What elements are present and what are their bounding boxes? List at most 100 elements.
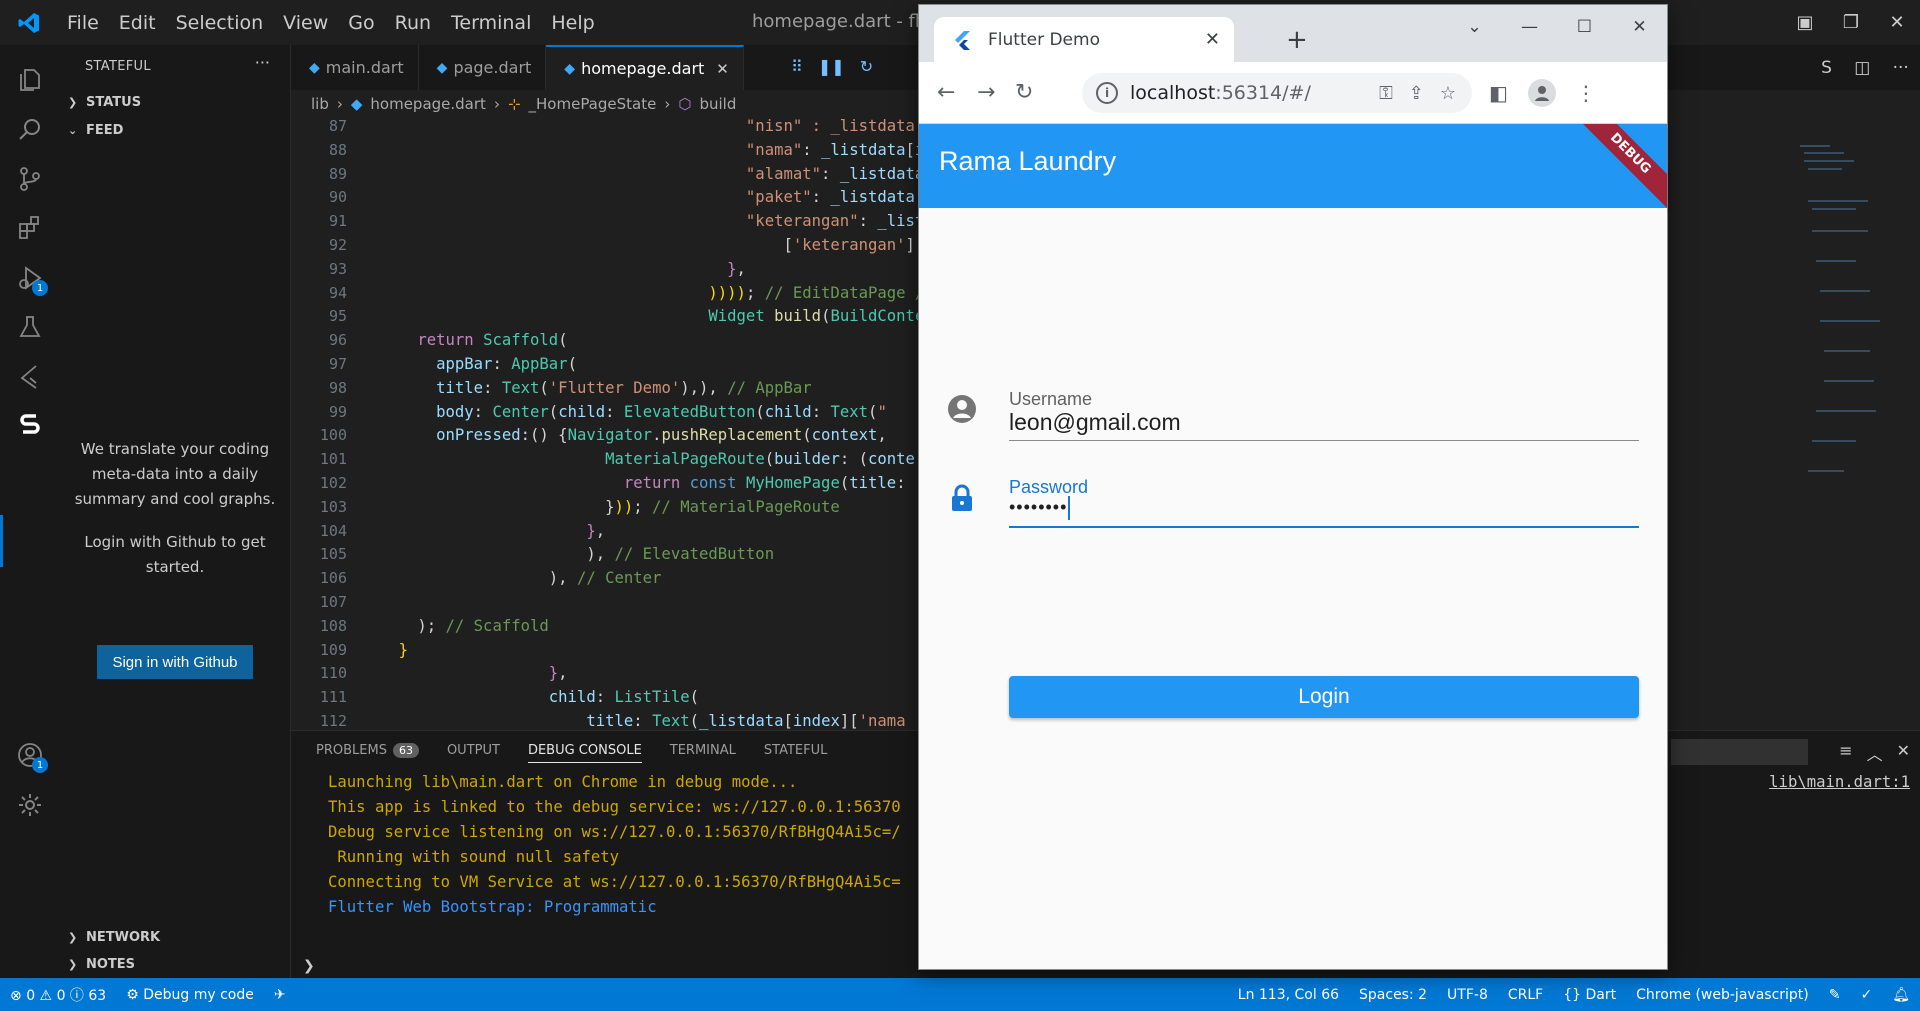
maximize-panel-icon[interactable]: ︿ [1867, 741, 1883, 765]
tab-main-dart[interactable]: ◆ main.dart [291, 45, 419, 90]
problems-status[interactable]: ⊗ 0 ⚠ 0 ⓘ 63 [0, 985, 116, 1005]
tab-homepage-dart[interactable]: ◆ homepage.dart ✕ [546, 45, 744, 90]
minimap[interactable] [1800, 140, 1890, 500]
source-control-icon[interactable] [10, 159, 50, 199]
section-status[interactable]: ❯ STATUS [60, 90, 291, 114]
indentation[interactable]: Spaces: 2 [1349, 987, 1437, 1003]
side-panel-icon[interactable]: ◧ [1489, 81, 1508, 105]
tab-page-dart[interactable]: ◆ page.dart [419, 45, 547, 90]
back-arrow-icon[interactable]: ← [937, 80, 955, 105]
explorer-icon[interactable] [10, 60, 50, 100]
search-icon[interactable] [10, 110, 50, 150]
feedback-icon[interactable]: ✎ [1819, 987, 1851, 1003]
run-debug-icon[interactable]: 1 [10, 258, 50, 298]
minimize-icon[interactable]: — [1502, 5, 1557, 50]
dart-file-icon: ◆ [350, 95, 363, 113]
close-tab-icon[interactable]: ✕ [716, 60, 729, 78]
url-text[interactable]: localhost:56314/#/ [1130, 82, 1379, 104]
maximize-icon[interactable]: ☐ [1557, 5, 1612, 50]
tab-output[interactable]: OUTPUT [447, 743, 500, 763]
cursor-position[interactable]: Ln 113, Col 66 [1228, 987, 1349, 1003]
restore-icon[interactable]: ❐ [1828, 12, 1874, 33]
clear-console-icon[interactable]: ≡ [1839, 741, 1852, 765]
tab-problems-label: PROBLEMS [316, 743, 387, 758]
more-editor-icon[interactable]: ··· [1893, 58, 1909, 78]
breadcrumb-lib[interactable]: lib [311, 95, 329, 113]
rocket-icon[interactable]: ✈ [264, 987, 296, 1003]
login-button[interactable]: Login [1009, 676, 1639, 718]
section-network[interactable]: ❯ NETWORK [60, 925, 291, 949]
menu-selection[interactable]: Selection [166, 12, 274, 34]
extensions-icon[interactable] [10, 208, 50, 248]
tab-problems[interactable]: PROBLEMS 63 [316, 743, 419, 763]
menu-terminal[interactable]: Terminal [441, 12, 541, 34]
menu-help[interactable]: Help [541, 12, 604, 34]
tab-label: main.dart [325, 58, 404, 77]
browser-tab[interactable]: Flutter Demo ✕ [934, 17, 1234, 62]
section-feed-label: FEED [86, 122, 124, 138]
menu-go[interactable]: Go [338, 12, 384, 34]
menu-view[interactable]: View [273, 12, 338, 34]
close-window-icon[interactable]: ✕ [1874, 12, 1920, 33]
password-label: Password [1009, 477, 1089, 497]
more-actions-icon[interactable]: ··· [255, 53, 270, 72]
debug-drag-icon[interactable]: ⠿ [791, 57, 803, 76]
breadcrumb-file[interactable]: homepage.dart [370, 95, 486, 113]
menu-file[interactable]: File [57, 12, 109, 34]
password-value: •••••••• [1009, 496, 1068, 517]
split-editor-icon[interactable]: ◫ [1854, 58, 1870, 78]
notifications-bell-icon[interactable]: 🔔︎ [1882, 987, 1920, 1003]
section-feed[interactable]: ⌄ FEED [60, 118, 291, 142]
username-input[interactable]: leon@gmail.com [1009, 409, 1181, 436]
tab-debug-console[interactable]: DEBUG CONSOLE [527, 743, 642, 763]
close-icon[interactable]: ✕ [1612, 5, 1667, 50]
accounts-icon[interactable]: 1 [10, 735, 50, 775]
menu-run[interactable]: Run [385, 12, 441, 34]
tab-terminal[interactable]: TERMINAL [670, 743, 736, 763]
reload-icon[interactable]: ↻ [1015, 80, 1033, 105]
restart-icon[interactable]: ↻ [860, 57, 873, 76]
sign-in-github-button[interactable]: Sign in with Github [97, 645, 253, 679]
language-mode[interactable]: {} Dart [1553, 987, 1626, 1003]
breadcrumb-class[interactable]: _HomePageState [529, 95, 657, 113]
line-ending[interactable]: CRLF [1498, 987, 1553, 1003]
new-tab-icon[interactable]: + [1286, 25, 1308, 55]
device-selector[interactable]: Chrome (web-javascript) [1626, 987, 1819, 1003]
site-info-icon[interactable]: i [1096, 82, 1118, 104]
line-number: 96 [328, 331, 347, 350]
tab-search-icon[interactable]: ⌄ [1447, 5, 1502, 50]
kebab-menu-icon[interactable]: ⋮ [1576, 81, 1596, 105]
section-notes[interactable]: ❯ NOTES [60, 952, 291, 976]
copilot-icon[interactable]: ✓ [1850, 987, 1882, 1003]
console-filter-input[interactable] [1671, 739, 1808, 765]
problems-count-badge: 63 [392, 743, 419, 758]
close-tab-icon[interactable]: ✕ [1205, 29, 1220, 50]
key-icon[interactable]: ⚿ [1379, 83, 1393, 104]
password-input[interactable]: •••••••• [1009, 496, 1071, 520]
lock-icon [952, 484, 972, 511]
activity-bar: 1 1 [0, 45, 60, 978]
flutter-outline-icon[interactable] [10, 356, 50, 396]
close-panel-icon[interactable]: ✕ [1897, 741, 1910, 765]
breadcrumb-method[interactable]: build [699, 95, 736, 113]
dart-file-icon: ◆ [564, 60, 576, 77]
menu-edit[interactable]: Edit [109, 12, 166, 34]
source-link[interactable]: lib\main.dart:1 [1769, 773, 1910, 791]
line-number: 98 [328, 378, 347, 397]
share-icon[interactable]: ⇪ [1409, 83, 1424, 104]
stateful-editor-icon[interactable]: S [1821, 58, 1832, 78]
tab-stateful[interactable]: STATEFUL [764, 743, 827, 763]
chevron-right-icon[interactable]: ❯ [303, 958, 315, 974]
address-bar[interactable]: i localhost:56314/#/ ⚿ ⇪ ☆ [1082, 73, 1472, 113]
testing-icon[interactable] [10, 307, 50, 347]
bookmark-star-icon[interactable]: ☆ [1440, 83, 1456, 104]
profile-avatar-icon[interactable] [1527, 79, 1556, 107]
stateful-icon[interactable] [10, 405, 50, 445]
forward-arrow-icon[interactable]: → [977, 80, 995, 105]
pause-icon[interactable]: ❚❚ [818, 57, 845, 76]
layout-icon[interactable]: ▣ [1782, 12, 1828, 33]
line-number: 91 [328, 212, 347, 231]
debug-status[interactable]: ⚙ Debug my code [116, 987, 264, 1003]
settings-gear-icon[interactable] [10, 785, 50, 825]
encoding[interactable]: UTF-8 [1437, 987, 1498, 1003]
